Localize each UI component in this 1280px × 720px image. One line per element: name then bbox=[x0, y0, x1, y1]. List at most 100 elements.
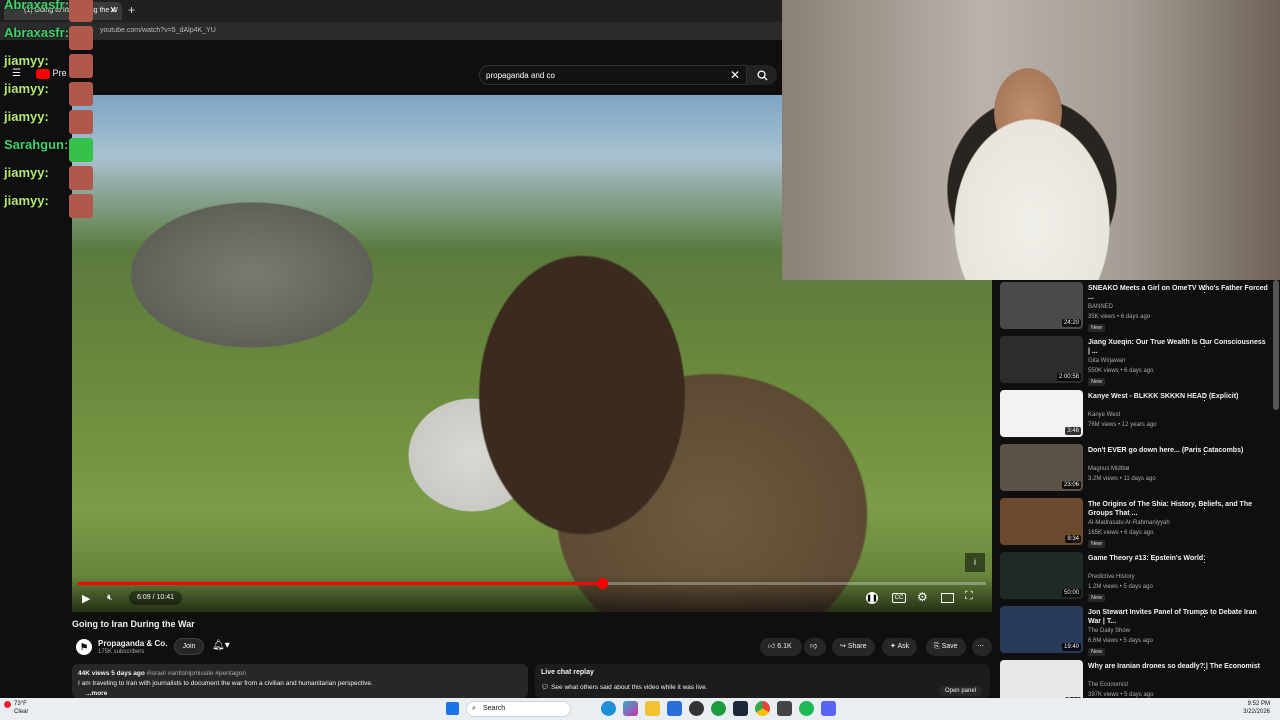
chat-message: jiamyy: bbox=[4, 81, 49, 96]
chat-username[interactable]: jiamyy: bbox=[4, 193, 49, 208]
spotify-icon[interactable] bbox=[799, 701, 814, 716]
recommendation-title[interactable]: Kanye West - BLKKK SKKKN HEAD (Explicit) bbox=[1088, 392, 1268, 401]
description-tags[interactable]: #israel #antishipmissile #pentagon bbox=[147, 670, 246, 677]
share-button[interactable]: ↪ Share bbox=[832, 638, 875, 656]
recommendation-title[interactable]: Why are Iranian drones so deadly? | The … bbox=[1088, 662, 1268, 671]
recommendation-title[interactable]: Don't EVER go down here... (Paris Cataco… bbox=[1088, 446, 1268, 455]
recommendation-item[interactable]: 23:06 Don't EVER go down here... (Paris C… bbox=[1000, 444, 1280, 494]
sidebar-scrollbar[interactable] bbox=[1273, 280, 1279, 410]
fullscreen-icon[interactable]: ⛶ bbox=[965, 590, 973, 603]
recommendation-title[interactable]: Jiang Xueqin: Our True Wealth Is Our Con… bbox=[1088, 338, 1268, 356]
recommendation-item[interactable]: 3:46 Kanye West - BLKKK SKKKN HEAD (Expli… bbox=[1000, 390, 1280, 440]
miniplayer-icon[interactable] bbox=[941, 593, 954, 603]
recommendation-channel[interactable]: Al-Madrasatu Ar-Rahmaniyyah bbox=[1088, 520, 1170, 526]
share-label: Share bbox=[847, 643, 867, 650]
chat-username[interactable]: jiamyy: bbox=[4, 53, 49, 68]
recommendation-thumbnail[interactable]: 19:40 bbox=[1000, 606, 1083, 653]
play-icon[interactable]: ▶ bbox=[82, 592, 90, 605]
more-vertical-icon[interactable]: ⋮ bbox=[1200, 284, 1209, 295]
settings-icon[interactable]: ⚙ bbox=[917, 590, 928, 604]
video-description[interactable]: 44K views 5 days ago #israel #antishipmi… bbox=[72, 664, 528, 698]
new-badge: New bbox=[1088, 378, 1106, 386]
channel-avatar[interactable]: ⚑ bbox=[76, 639, 92, 655]
recommendation-item[interactable]: 24:20 SNEAKO Meets a Girl on OmeTV Who's … bbox=[1000, 282, 1280, 332]
more-vertical-icon[interactable]: ⋮ bbox=[1200, 554, 1209, 565]
notifications-bell-icon[interactable]: 🔔︎▾ bbox=[212, 640, 230, 651]
more-actions-button[interactable]: ⋯ bbox=[972, 638, 992, 656]
recommendation-title[interactable]: The Origins of The Shia: History, Belief… bbox=[1088, 500, 1268, 518]
recommendation-thumbnail[interactable]: 24:20 bbox=[1000, 282, 1083, 329]
recommendation-channel[interactable]: Predictive History bbox=[1088, 574, 1135, 580]
chat-username[interactable]: Sarahgun: bbox=[4, 137, 68, 152]
steam-icon[interactable] bbox=[733, 701, 748, 716]
duration-badge: 2:00:58 bbox=[1056, 373, 1081, 381]
autoplay-toggle-icon[interactable]: ❚❚ bbox=[866, 592, 878, 604]
recommendation-title[interactable]: Game Theory #13: Epstein's World bbox=[1088, 554, 1268, 563]
recommendation-meta: 6.6M views • 5 days ago bbox=[1088, 638, 1153, 644]
recommendation-item[interactable]: 9:34 The Origins of The Shia: History, Be… bbox=[1000, 498, 1280, 548]
more-vertical-icon[interactable]: ⋮ bbox=[1200, 338, 1209, 349]
recommendation-channel[interactable]: Magnus Midtbø bbox=[1088, 466, 1129, 472]
mute-icon[interactable]: 🔇︎ bbox=[107, 592, 113, 603]
new-tab-button[interactable]: + bbox=[128, 3, 135, 17]
recommendation-channel[interactable]: Kanye West bbox=[1088, 412, 1120, 418]
file-explorer-icon[interactable] bbox=[645, 701, 660, 716]
xbox-icon[interactable] bbox=[711, 701, 726, 716]
teams-icon[interactable] bbox=[689, 701, 704, 716]
captions-icon[interactable]: CC bbox=[892, 593, 906, 603]
recommendation-thumbnail[interactable]: 23:06 bbox=[1000, 444, 1083, 491]
chrome-icon[interactable] bbox=[755, 701, 770, 716]
like-button[interactable]: 👍︎ 6.1K bbox=[760, 638, 802, 656]
store-icon[interactable] bbox=[667, 701, 682, 716]
start-icon[interactable] bbox=[446, 702, 459, 715]
more-vertical-icon[interactable]: ⋮ bbox=[1200, 446, 1209, 457]
recommendation-thumbnail[interactable]: 50:00 bbox=[1000, 552, 1083, 599]
app-icon[interactable] bbox=[777, 701, 792, 716]
channel-name[interactable]: Propaganda & Co. bbox=[98, 639, 167, 648]
more-vertical-icon[interactable]: ⋮ bbox=[1200, 662, 1209, 673]
chat-username[interactable]: jiamyy: bbox=[4, 109, 49, 124]
recommendation-item[interactable]: 2:00:58 Jiang Xueqin: Our True Wealth Is … bbox=[1000, 336, 1280, 386]
recommendation-item[interactable]: 50:00 Game Theory #13: Epstein's World Pre… bbox=[1000, 552, 1280, 602]
recommendation-thumbnail[interactable]: 2:00:58 bbox=[1000, 336, 1083, 383]
progress-bar[interactable] bbox=[78, 578, 986, 589]
save-button[interactable]: ⎘ Save bbox=[926, 638, 966, 656]
chat-username[interactable]: Abraxasfr: bbox=[4, 25, 69, 40]
recommendation-meta: 3.2M views • 11 days ago bbox=[1088, 476, 1156, 482]
clear-search-icon[interactable]: ✕ bbox=[730, 68, 740, 82]
more-vertical-icon[interactable]: ⋮ bbox=[1200, 392, 1209, 403]
chat-message: jiamyy: bbox=[4, 193, 49, 208]
recommendation-channel[interactable]: The Daily Show bbox=[1088, 628, 1130, 634]
taskbar-search[interactable]: ⌕ Search bbox=[466, 701, 571, 717]
search-button[interactable] bbox=[747, 65, 777, 85]
more-vertical-icon[interactable]: ⋮ bbox=[1200, 608, 1209, 619]
chat-username[interactable]: jiamyy: bbox=[4, 165, 49, 180]
taskbar-clock[interactable]: 9:52 PM 3/22/2026 bbox=[1232, 700, 1270, 716]
chat-username[interactable]: jiamyy: bbox=[4, 81, 49, 96]
copilot-icon[interactable] bbox=[623, 701, 638, 716]
weather-widget[interactable]: 73°F Clear bbox=[4, 700, 28, 716]
address-bar[interactable]: youtube.com/watch?v=5_dAlp4K_YU bbox=[0, 22, 782, 40]
search-input[interactable]: propaganda and co ✕ bbox=[479, 65, 747, 85]
scrubber-handle[interactable] bbox=[596, 578, 608, 589]
close-tab-icon[interactable]: ✕ bbox=[109, 5, 117, 16]
edge-icon[interactable] bbox=[601, 701, 616, 716]
chat-bubble-icon: 💬︎ bbox=[541, 684, 550, 691]
open-panel-button[interactable]: Open panel bbox=[938, 686, 982, 696]
dislike-button[interactable]: 👎︎ bbox=[804, 638, 826, 656]
recommendation-channel[interactable]: The Economist bbox=[1088, 682, 1128, 688]
recommendation-title[interactable]: SNEAKO Meets a Girl on OmeTV Who's Fathe… bbox=[1088, 284, 1268, 302]
join-button[interactable]: Join bbox=[174, 638, 204, 655]
chat-username[interactable]: Abraxasfr: bbox=[4, 0, 69, 12]
recommendation-channel[interactable]: BANNED bbox=[1088, 304, 1113, 310]
ask-button[interactable]: ✦ Ask bbox=[882, 638, 918, 656]
recommendation-thumbnail[interactable]: 3:46 bbox=[1000, 390, 1083, 437]
recommendation-channel[interactable]: Gita Wirjawan bbox=[1088, 358, 1125, 364]
recommendation-thumbnail[interactable]: 9:34 bbox=[1000, 498, 1083, 545]
recommendation-item[interactable]: 19:40 Jon Stewart Invites Panel of Trumps… bbox=[1000, 606, 1280, 656]
info-icon[interactable]: i bbox=[965, 553, 985, 572]
more-vertical-icon[interactable]: ⋮ bbox=[1200, 500, 1209, 511]
discord-icon[interactable] bbox=[821, 701, 836, 716]
sparkle-icon: ✦ bbox=[890, 643, 896, 650]
recommendation-title[interactable]: Jon Stewart Invites Panel of Trumps to D… bbox=[1088, 608, 1268, 626]
